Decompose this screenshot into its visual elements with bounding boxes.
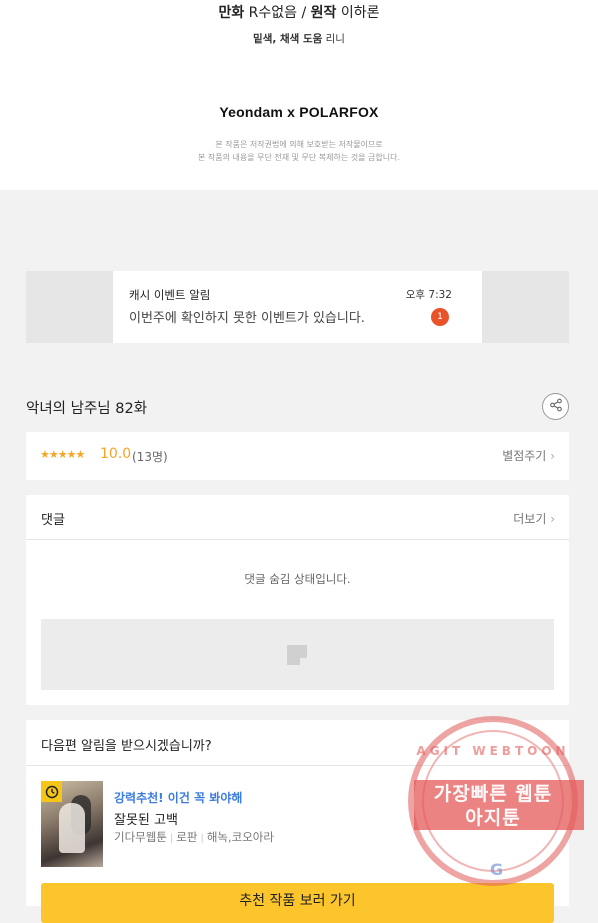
- watermark-line-1: 가장빠른 웹툰: [433, 783, 553, 805]
- event-message: 이번주에 확인하지 못한 이벤트가 있습니다.: [129, 311, 365, 326]
- recommend-meta: 기다무웹툰 | 로판 | 해녹,코오아라: [114, 829, 274, 845]
- comment-more-label: 더보기: [513, 512, 547, 526]
- rating-panel: ★★★★★ 10.0 (13명) 별점주기 ›: [26, 432, 569, 480]
- share-icon: [549, 397, 563, 416]
- recommend-go-button[interactable]: 추천 작품 보러 가기: [41, 883, 554, 923]
- credit-authors: 만화 R수없음 / 원작 이하론: [0, 2, 598, 22]
- recommend-authors: 해녹,코오아라: [206, 830, 274, 844]
- recommend-title[interactable]: 잘못된 고백: [114, 809, 178, 828]
- assist-name: 리니: [325, 33, 345, 45]
- event-title: 캐시 이벤트 알림: [129, 288, 211, 302]
- original-label: 원작: [310, 5, 337, 21]
- copyright-line-1: 본 작품은 저작권법에 의해 보호받는 저작물이므로: [215, 140, 383, 149]
- share-button[interactable]: [542, 393, 569, 420]
- event-banner[interactable]: 캐시 이벤트 알림 오후 7:32 이번주에 확인하지 못한 이벤트가 있습니다…: [26, 271, 569, 343]
- notification-count-badge: 1: [431, 308, 449, 326]
- recommend-thumbnail[interactable]: [41, 781, 103, 867]
- event-time: 오후 7:32: [405, 289, 452, 301]
- rate-button[interactable]: 별점주기 ›: [502, 447, 555, 464]
- recommend-genre: 로판: [176, 830, 198, 844]
- thumbnail-figure: [59, 803, 85, 853]
- recommend-type: 기다무웹툰: [114, 830, 167, 844]
- credit-assist: 밑색, 채색 도움 리니: [0, 31, 598, 46]
- event-notification-card[interactable]: 캐시 이벤트 알림 오후 7:32 이번주에 확인하지 못한 이벤트가 있습니다…: [113, 271, 482, 343]
- chevron-right-icon: ›: [550, 512, 555, 526]
- rating-score: 10.0: [100, 446, 132, 462]
- watermark-stamp: AGIT WEBTOON 가장빠른 웹툰 아지툰 G: [408, 716, 584, 886]
- episode-title: 악녀의 남주님 82화: [26, 401, 148, 417]
- watermark-line-2: 아지툰: [465, 807, 521, 829]
- credits-section: 만화 R수없음 / 원작 이하론 밑색, 채색 도움 리니 Yeondam x …: [0, 0, 598, 190]
- publisher-logo: Yeondam x POLARFOX: [219, 104, 379, 120]
- comment-title: 댓글: [41, 513, 65, 528]
- google-icon: G: [490, 860, 504, 879]
- chevron-right-icon: ›: [550, 449, 555, 463]
- rate-button-label: 별점주기: [502, 449, 547, 463]
- recommend-tag: 강력추천! 이건 꼭 봐야해: [114, 791, 243, 805]
- original-name: 이하론: [340, 5, 380, 21]
- watermark-arc-text: AGIT WEBTOON: [416, 744, 570, 758]
- comment-more-button[interactable]: 더보기 ›: [513, 510, 555, 527]
- comment-header: 댓글 더보기 ›: [26, 495, 569, 540]
- copyright-notice: 본 작품은 저작권법에 의해 보호받는 저작물이므로 본 작품의 내용을 무단 …: [0, 138, 598, 164]
- assist-label: 밑색, 채색 도움: [253, 33, 323, 45]
- comment-section: 댓글 더보기 › 댓글 숨김 상태입니다.: [26, 495, 569, 705]
- art-label: 만화: [218, 5, 245, 21]
- copyright-line-2: 본 작품의 내용을 무단 전재 및 무단 복제하는 것을 금합니다.: [197, 153, 401, 162]
- ad-placeholder[interactable]: [41, 619, 554, 690]
- rating-stars: ★★★★★: [40, 448, 85, 461]
- rating-count: (13명): [132, 450, 168, 464]
- next-alert-question: 다음편 알림을 받으시겠습니까?: [41, 739, 212, 754]
- meta-divider: |: [169, 833, 174, 844]
- credit-separator: /: [301, 5, 307, 21]
- image-placeholder-icon: [287, 645, 307, 665]
- art-name: R수없음: [248, 5, 298, 21]
- meta-divider: |: [200, 833, 204, 844]
- clock-icon: [41, 781, 62, 802]
- comment-hidden-message: 댓글 숨김 상태입니다.: [244, 572, 351, 586]
